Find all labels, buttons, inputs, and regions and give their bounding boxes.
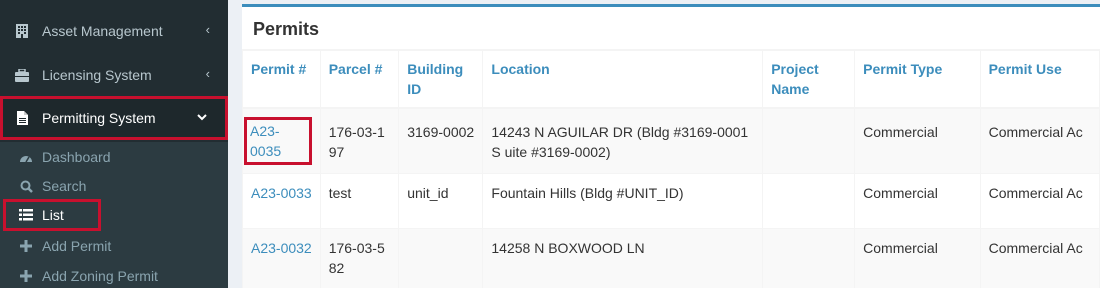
sidebar-item-label: Licensing System: [42, 67, 152, 83]
cell-parcel: 176-03-5 82: [319, 228, 400, 288]
cell-permit: A23-0035: [242, 107, 321, 174]
cell-building-id: [398, 228, 484, 288]
table-row: A23-0035 176-03-1 97 3169-0002 14243 N A…: [242, 107, 1100, 174]
column-header-project-name[interactable]: Project Name: [762, 50, 856, 109]
permits-table: Permit # Parcel # Building ID Location Pr…: [242, 50, 1100, 288]
cell-project-name: [762, 107, 856, 174]
column-header-permit[interactable]: Permit #: [242, 50, 321, 109]
sidebar-item-label: Asset Management: [42, 23, 163, 39]
submenu-item-add-zoning-permit[interactable]: Add Zoning Permit: [0, 261, 158, 288]
cell-project-name: [762, 228, 856, 288]
file-icon: [15, 111, 29, 125]
column-header-permit-use[interactable]: Permit Use: [979, 50, 1100, 109]
cell-permit-use: Commercial Ac: [979, 107, 1100, 174]
submenu-label: Add Zoning Permit: [42, 268, 158, 284]
chevron-left-icon: ‹: [205, 66, 210, 81]
cell-permit-type: Commercial: [854, 228, 981, 288]
sidebar-item-asset-management[interactable]: Asset Management ‹: [0, 9, 228, 53]
cell-permit: A23-0032: [242, 228, 321, 288]
submenu-item-list[interactable]: List: [3, 199, 101, 231]
table-header-row: Permit # Parcel # Building ID Location Pr…: [242, 50, 1100, 109]
table-row: A23-0033 test unit_id Fountain Hills (Bl…: [242, 173, 1100, 229]
column-header-location[interactable]: Location: [482, 50, 764, 109]
chevron-down-icon: [197, 109, 207, 124]
cell-permit-use: Commercial Ac: [979, 173, 1100, 229]
chevron-left-icon: ‹: [205, 22, 210, 37]
submenu-item-add-permit[interactable]: Add Permit: [0, 231, 111, 261]
column-header-permit-type[interactable]: Permit Type: [854, 50, 981, 109]
sidebar-item-permitting-system[interactable]: Permitting System: [0, 96, 228, 140]
sidebar: Asset Management ‹ Licensing System ‹ Pe…: [0, 0, 228, 288]
permit-link[interactable]: A23-0035: [244, 117, 312, 165]
sidebar-item-licensing-system[interactable]: Licensing System ‹: [0, 53, 228, 97]
submenu-label: Search: [42, 178, 87, 194]
plus-icon: [19, 270, 33, 282]
table-row: A23-0032 176-03-5 82 14258 N BOXWOOD LN …: [242, 228, 1100, 288]
cell-location: 14258 N BOXWOOD LN: [482, 228, 764, 288]
permitting-submenu: Dashboard Search List Add Permit Add Zon…: [0, 142, 228, 288]
cell-location: Fountain Hills (Bldg #UNIT_ID): [482, 173, 764, 229]
cell-location: 14243 N AGUILAR DR (Bldg #3169-0001 S ui…: [482, 107, 764, 174]
cell-building-id: 3169-0002: [398, 107, 484, 174]
building-icon: [15, 24, 29, 38]
list-icon: [19, 209, 33, 221]
cell-permit-type: Commercial: [854, 173, 981, 229]
submenu-label: List: [42, 207, 64, 223]
cell-building-id: unit_id: [398, 173, 484, 229]
cell-parcel: 176-03-1 97: [319, 107, 400, 174]
cell-project-name: [762, 173, 856, 229]
dashboard-icon: [19, 152, 33, 163]
sidebar-item-label: Permitting System: [42, 110, 156, 126]
cell-permit-type: Commercial: [854, 107, 981, 174]
column-header-building-id[interactable]: Building ID: [398, 50, 484, 109]
briefcase-icon: [15, 68, 29, 82]
submenu-item-search[interactable]: Search: [0, 171, 86, 201]
permits-box: Permits Permit # Parcel # Building ID Loc…: [242, 4, 1100, 288]
submenu-label: Add Permit: [42, 238, 112, 254]
cell-permit: A23-0033: [242, 173, 321, 229]
permit-link[interactable]: A23-0033: [251, 185, 312, 201]
submenu-item-dashboard[interactable]: Dashboard: [0, 142, 111, 172]
submenu-label: Dashboard: [42, 149, 111, 165]
search-icon: [19, 180, 33, 193]
permit-link[interactable]: A23-0032: [251, 240, 312, 256]
main-content: Permits Permit # Parcel # Building ID Loc…: [228, 0, 1100, 288]
box-title: Permits: [253, 19, 320, 39]
cell-parcel: test: [319, 173, 400, 229]
column-header-parcel[interactable]: Parcel #: [319, 50, 400, 109]
plus-icon: [19, 240, 33, 252]
cell-permit-use: Commercial Ac: [979, 228, 1100, 288]
